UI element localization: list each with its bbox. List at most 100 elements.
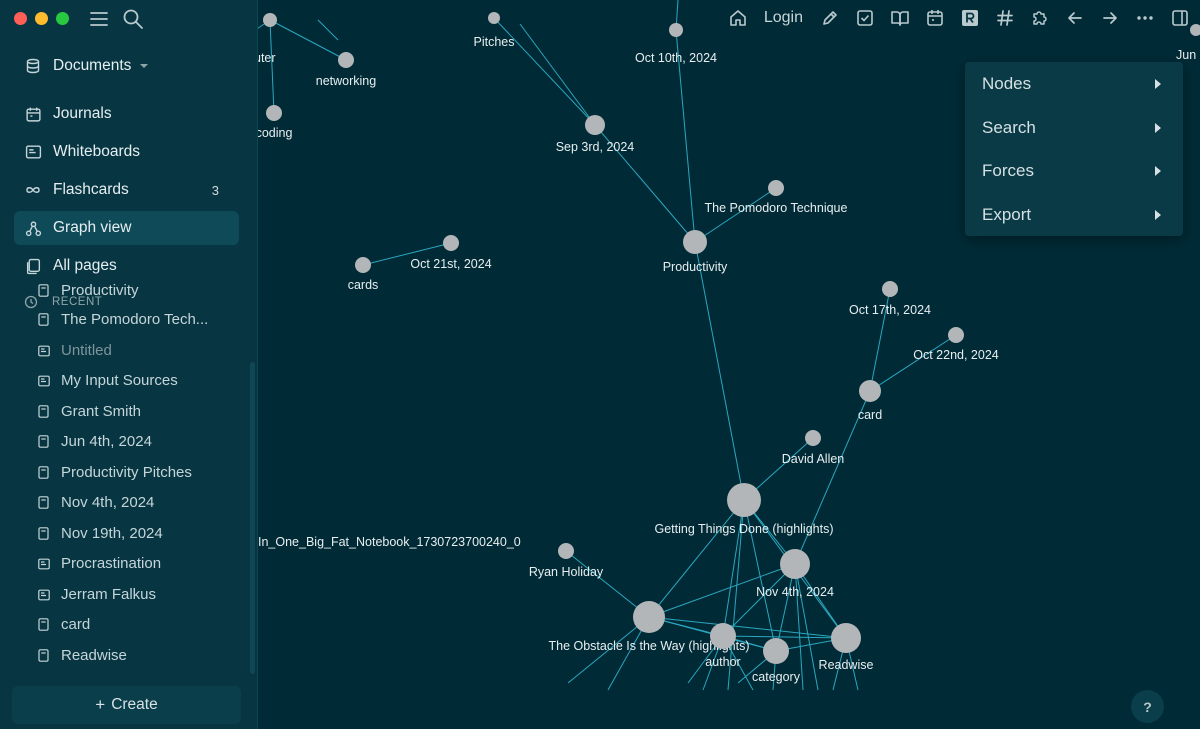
create-button-label: Create bbox=[111, 696, 158, 713]
graph-node-label[interactable]: uter bbox=[258, 51, 276, 65]
sidebar-item-whiteboards[interactable]: Whiteboards bbox=[14, 135, 239, 169]
graph-node-oct21[interactable] bbox=[443, 235, 459, 251]
graph-node-networking[interactable] bbox=[338, 52, 354, 68]
graph-node-cards[interactable] bbox=[355, 257, 371, 273]
minimize-window-button[interactable] bbox=[35, 12, 48, 25]
graph-node-label[interactable]: Jun bbox=[1176, 48, 1196, 62]
graph-node-label[interactable]: Oct 10th, 2024 bbox=[635, 51, 717, 65]
book-icon[interactable] bbox=[888, 6, 912, 30]
graph-node-label[interactable]: Oct 22nd, 2024 bbox=[913, 348, 999, 362]
sidebar-item-all-pages[interactable]: All pages bbox=[14, 249, 239, 283]
graph-node-label[interactable]: author bbox=[705, 655, 740, 669]
pencil-icon[interactable] bbox=[818, 6, 842, 30]
recent-item-label: Jerram Falkus bbox=[61, 585, 157, 603]
graph-node-coding[interactable] bbox=[266, 105, 282, 121]
sidebar-item-journals[interactable]: Journals bbox=[14, 97, 239, 131]
calendar-icon[interactable] bbox=[923, 6, 947, 30]
recent-item-label: The Pomodoro Tech... bbox=[61, 311, 209, 328]
recent-item[interactable]: Nov 4th, 2024 bbox=[38, 494, 238, 511]
readwise-icon[interactable] bbox=[958, 6, 982, 30]
login-button[interactable]: Login bbox=[764, 6, 803, 30]
menu-item-nodes[interactable]: Nodes bbox=[965, 64, 1183, 104]
graph-node-label[interactable]: David Allen bbox=[782, 452, 845, 466]
graph-node-label[interactable]: card bbox=[858, 408, 882, 422]
menu-item-forces[interactable]: Forces bbox=[965, 151, 1183, 191]
recent-item[interactable]: Untitled bbox=[38, 342, 238, 359]
graph-node-label[interactable]: Oct 21st, 2024 bbox=[410, 257, 491, 271]
graph-node-category[interactable] bbox=[763, 638, 789, 664]
sidebar-item-flashcards[interactable]: Flashcards 3 bbox=[14, 173, 239, 207]
graph-node-label[interactable]: The Pomodoro Technique bbox=[705, 201, 848, 215]
recent-item[interactable]: Procrastination bbox=[38, 555, 238, 572]
checkbox-icon[interactable] bbox=[853, 6, 877, 30]
graph-edge bbox=[269, 19, 275, 114]
graph-node-label[interactable]: Readwise bbox=[819, 658, 874, 672]
recent-item[interactable]: Jerram Falkus bbox=[38, 586, 238, 603]
graph-node-label[interactable]: Getting Things Done (highlights) bbox=[654, 522, 833, 536]
graph-node-label[interactable]: Productivity bbox=[663, 260, 728, 274]
arrow-right-icon[interactable] bbox=[1098, 6, 1122, 30]
recent-item-label: Procrastination bbox=[61, 555, 162, 572]
arrow-left-icon[interactable] bbox=[1063, 6, 1087, 30]
graph-node-label[interactable]: category bbox=[752, 670, 801, 684]
graph-node-label[interactable]: Nov 4th, 2024 bbox=[756, 585, 834, 599]
close-window-button[interactable] bbox=[14, 12, 27, 25]
graph-node-obstacle[interactable] bbox=[633, 601, 665, 633]
home-icon[interactable] bbox=[726, 6, 750, 30]
sidebar-toggle-icon[interactable] bbox=[1168, 6, 1192, 30]
graph-node-computer[interactable] bbox=[263, 13, 277, 27]
graph-node-oct10[interactable] bbox=[669, 23, 683, 37]
graph-edge bbox=[694, 187, 777, 243]
graph-node-davidallen[interactable] bbox=[805, 430, 821, 446]
more-icon[interactable] bbox=[1133, 6, 1157, 30]
graph-node-ryan[interactable] bbox=[558, 543, 574, 559]
create-button[interactable]: + Create bbox=[12, 686, 241, 724]
graph-node-label[interactable]: Ryan Holiday bbox=[529, 565, 604, 579]
recent-item[interactable]: Grant Smith bbox=[38, 403, 238, 420]
graph-node-nov4[interactable] bbox=[780, 549, 810, 579]
search-icon[interactable] bbox=[122, 8, 144, 30]
puzzle-icon[interactable] bbox=[1028, 6, 1052, 30]
menu-item-export[interactable]: Export bbox=[965, 195, 1183, 235]
recent-item[interactable]: Productivity Pitches bbox=[38, 464, 238, 481]
recent-item[interactable]: My Input Sources bbox=[38, 372, 238, 389]
graph-node-author[interactable] bbox=[710, 623, 736, 649]
sidebar-item-label: All pages bbox=[53, 257, 117, 274]
graph-node-readwise[interactable] bbox=[831, 623, 861, 653]
help-button[interactable]: ? bbox=[1131, 690, 1164, 723]
graph-node-card[interactable] bbox=[859, 380, 881, 402]
graph-node-oct17[interactable] bbox=[882, 281, 898, 297]
recent-item[interactable]: Readwise bbox=[38, 647, 238, 664]
graph-node-label[interactable]: Pitches bbox=[474, 35, 515, 49]
graph-node-productivity[interactable] bbox=[683, 230, 707, 254]
graph-node-pitches[interactable] bbox=[488, 12, 500, 24]
whiteboard-icon bbox=[24, 143, 42, 161]
graph-node-label[interactable]: cards bbox=[348, 278, 379, 292]
zoom-window-button[interactable] bbox=[56, 12, 69, 25]
recent-item[interactable]: Nov 19th, 2024 bbox=[38, 525, 238, 542]
graph-settings-menu: Nodes Search Forces Export bbox=[965, 62, 1183, 236]
plus-icon: + bbox=[95, 695, 106, 714]
graph-node-label[interactable]: Oct 17th, 2024 bbox=[849, 303, 931, 317]
graph-node-oct22[interactable] bbox=[948, 327, 964, 343]
recent-item[interactable]: The Pomodoro Tech... bbox=[38, 311, 238, 328]
documents-graph-selector[interactable]: Documents bbox=[14, 49, 239, 83]
graph-node-sep3[interactable] bbox=[585, 115, 605, 135]
menu-icon[interactable] bbox=[88, 8, 110, 30]
sidebar-item-graph-view[interactable]: Graph view bbox=[14, 211, 239, 245]
graph-node-label[interactable]: In_One_Big_Fat_Notebook_1730723700240_0 bbox=[258, 535, 521, 549]
menu-item-search[interactable]: Search bbox=[965, 108, 1183, 148]
whiteboard-icon bbox=[38, 374, 50, 387]
recent-item[interactable]: card bbox=[38, 616, 238, 633]
graph-edge-offscreen bbox=[519, 23, 596, 126]
graph-edge bbox=[269, 19, 347, 61]
graph-node-pomodoro[interactable] bbox=[768, 180, 784, 196]
graph-node-gtd[interactable] bbox=[727, 483, 761, 517]
recent-pages-list: Productivity The Pomodoro Tech... Untitled… bbox=[26, 280, 241, 675]
recent-item[interactable]: Jun 4th, 2024 bbox=[38, 433, 238, 450]
graph-node-label[interactable]: coding bbox=[258, 126, 292, 140]
sidebar-scrollbar[interactable] bbox=[250, 362, 255, 674]
hashtag-icon[interactable] bbox=[993, 6, 1017, 30]
graph-node-label[interactable]: Sep 3rd, 2024 bbox=[556, 140, 635, 154]
graph-node-label[interactable]: networking bbox=[316, 74, 376, 88]
